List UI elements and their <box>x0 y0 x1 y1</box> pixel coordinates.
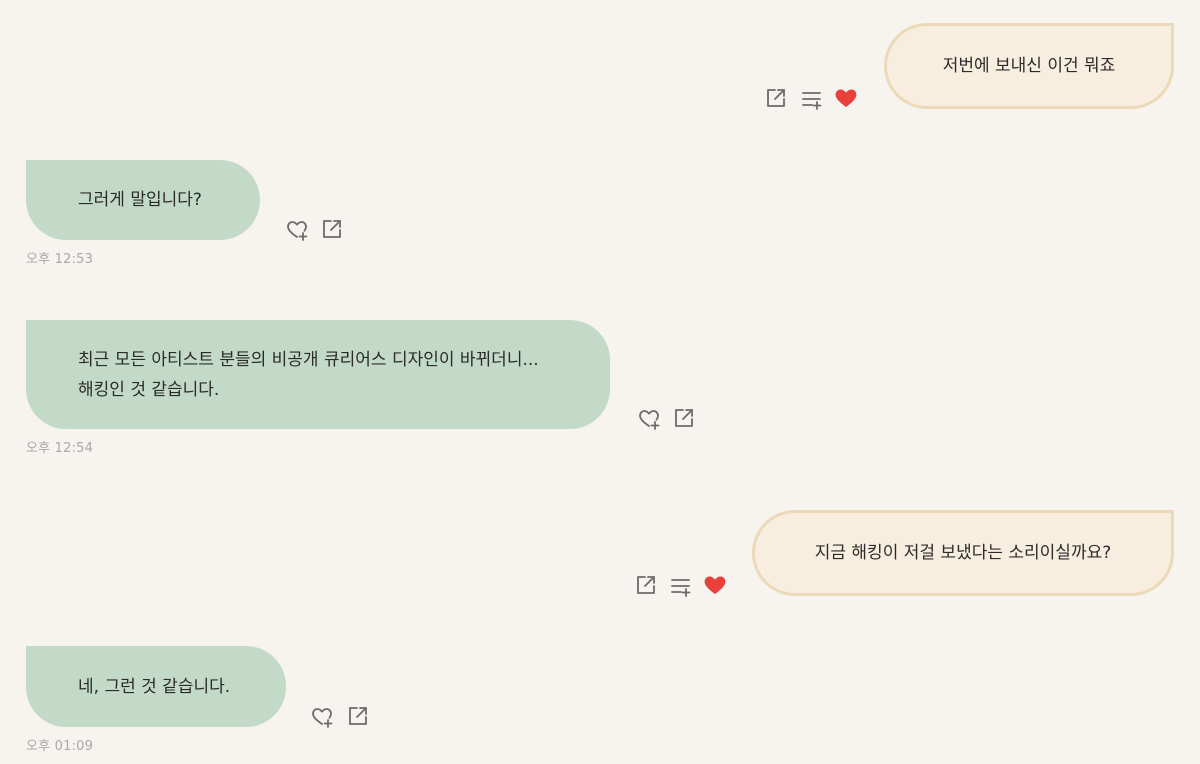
message-text: 최근 모든 아티스트 분들의 비공개 큐리어스 디자인이 바뀌더니... 해킹인… <box>78 349 539 400</box>
heart-filled-icon[interactable] <box>834 86 858 110</box>
message-text: 네, 그런 것 같습니다. <box>78 676 231 697</box>
message-text: 지금 해킹이 저걸 보냈다는 소리이실까요? <box>814 543 1112 563</box>
message-timestamp: 오후 01:09 <box>26 739 94 754</box>
share-icon[interactable] <box>672 406 696 430</box>
share-icon[interactable] <box>346 704 370 728</box>
heart-add-icon[interactable] <box>285 218 309 242</box>
add-to-playlist-icon[interactable] <box>669 574 693 598</box>
message-text: 저번에 보내신 이건 뭐죠 <box>942 56 1116 76</box>
heart-filled-icon[interactable] <box>703 573 727 597</box>
incoming-message-bubble[interactable]: 그러게 말입니다? <box>26 160 260 240</box>
outgoing-message-bubble[interactable]: 저번에 보내신 이건 뭐죠 <box>884 23 1174 109</box>
incoming-message-bubble[interactable]: 네, 그런 것 같습니다. <box>26 646 286 727</box>
message-text: 그러게 말입니다? <box>78 190 202 210</box>
message-timestamp: 오후 12:54 <box>26 441 94 456</box>
message-timestamp: 오후 12:53 <box>26 252 94 267</box>
share-icon[interactable] <box>320 217 344 241</box>
add-to-playlist-icon[interactable] <box>800 87 824 111</box>
heart-add-icon[interactable] <box>310 705 334 729</box>
heart-add-icon[interactable] <box>637 407 661 431</box>
incoming-message-bubble[interactable]: 최근 모든 아티스트 분들의 비공개 큐리어스 디자인이 바뀌더니... 해킹인… <box>26 320 610 429</box>
share-icon[interactable] <box>634 573 658 597</box>
share-icon[interactable] <box>764 86 788 110</box>
outgoing-message-bubble[interactable]: 지금 해킹이 저걸 보냈다는 소리이실까요? <box>752 510 1174 596</box>
